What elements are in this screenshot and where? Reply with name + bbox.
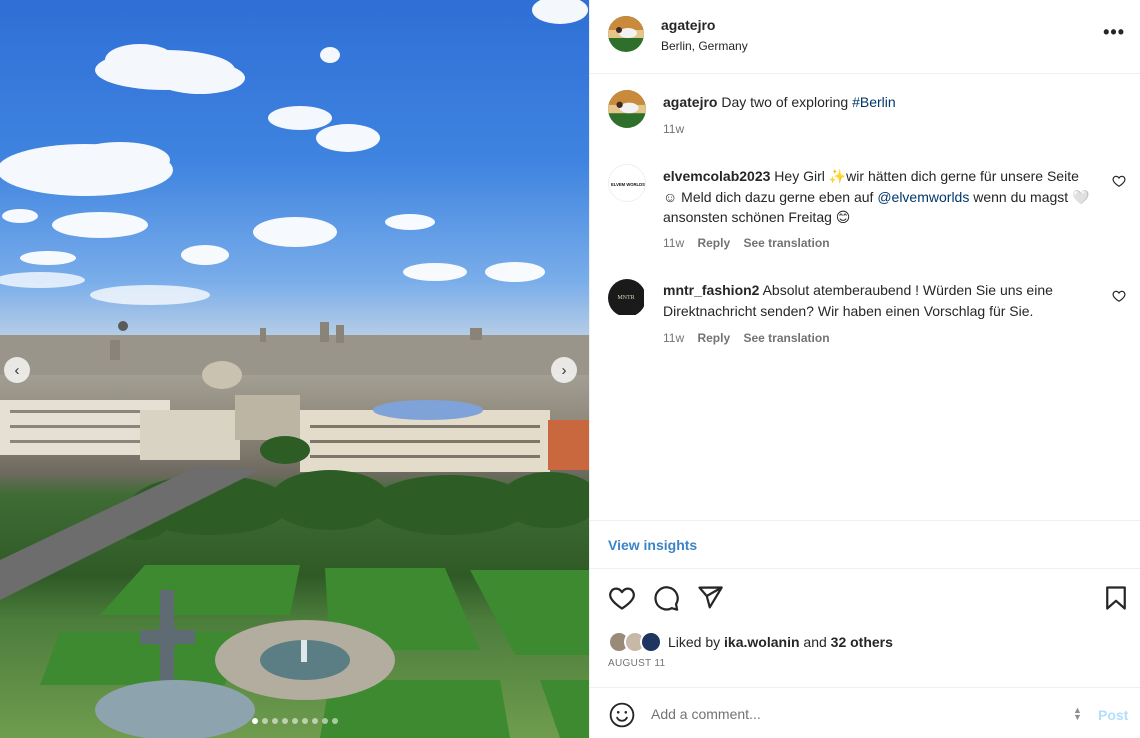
commenter-avatar[interactable]: MNTR bbox=[608, 279, 646, 317]
share-icon[interactable] bbox=[696, 584, 724, 612]
insights-bar: View insights bbox=[590, 520, 1140, 569]
comment-timestamp[interactable]: 11w bbox=[663, 236, 684, 250]
carousel-dot bbox=[261, 718, 268, 724]
see-translation-button[interactable]: See translation bbox=[744, 236, 830, 250]
comment-username[interactable]: elvemcolab2023 bbox=[663, 168, 770, 184]
post-container: ‹ › agatejro Berlin, Germany ••• agatejr… bbox=[0, 0, 1140, 738]
likes-summary: Liked by ika.wolanin and 32 others bbox=[608, 630, 893, 654]
post-date[interactable]: AUGUST 11 bbox=[608, 658, 665, 669]
comment-meta: 11w Reply See translation bbox=[663, 236, 840, 250]
likes-others-link[interactable]: 32 others bbox=[831, 634, 893, 650]
resize-icon[interactable]: ▲ ▼ bbox=[1073, 706, 1082, 722]
carousel-next-icon[interactable]: › bbox=[551, 357, 577, 383]
post-sidebar: agatejro Berlin, Germany ••• agatejro Da… bbox=[589, 0, 1140, 738]
liker-avatars[interactable] bbox=[608, 631, 664, 653]
action-bar bbox=[590, 578, 1140, 618]
caption-text: agatejro Day two of exploring #Berlin bbox=[663, 92, 1093, 113]
comment-input[interactable] bbox=[651, 702, 1051, 726]
liker-avatar bbox=[640, 631, 662, 653]
heart-icon[interactable] bbox=[608, 584, 636, 612]
reply-button[interactable]: Reply bbox=[697, 236, 730, 250]
caption-meta: 11w bbox=[663, 122, 694, 136]
bookmark-icon[interactable] bbox=[1102, 584, 1130, 612]
add-comment-bar: ▲▼ Post bbox=[590, 687, 1140, 738]
hashtag-link[interactable]: #Berlin bbox=[852, 94, 896, 110]
author-username[interactable]: agatejro bbox=[661, 17, 715, 33]
more-icon[interactable]: ••• bbox=[1103, 22, 1125, 43]
post-photo[interactable]: ‹ › bbox=[0, 0, 589, 738]
carousel-dot bbox=[321, 718, 328, 724]
post-comment-button[interactable]: Post bbox=[1098, 707, 1128, 723]
carousel-prev-icon[interactable]: ‹ bbox=[4, 357, 30, 383]
carousel-dot bbox=[281, 718, 288, 724]
likes-prefix: Liked by bbox=[668, 634, 721, 650]
commenter-avatar[interactable]: ELVEM WORLDS bbox=[608, 164, 646, 202]
comment-timestamp[interactable]: 11w bbox=[663, 331, 684, 345]
likes-text: Liked by ika.wolanin and 32 others bbox=[668, 634, 893, 650]
comment-text: elvemcolab2023 Hey Girl ✨wir hätten dich… bbox=[663, 166, 1093, 228]
comments-section: agatejro Day two of exploring #Berlin 11… bbox=[590, 75, 1140, 520]
comment-like-heart-icon[interactable] bbox=[1112, 289, 1126, 303]
caption-username[interactable]: agatejro bbox=[663, 94, 717, 110]
carousel-dot bbox=[291, 718, 298, 724]
post-header: agatejro Berlin, Germany ••• bbox=[590, 0, 1140, 74]
carousel-indicator bbox=[0, 718, 589, 724]
carousel-dot bbox=[331, 718, 338, 724]
author-avatar[interactable] bbox=[608, 16, 644, 52]
comment-like-heart-icon[interactable] bbox=[1112, 174, 1126, 188]
berlin-cityscape-image bbox=[0, 0, 589, 738]
view-insights-link[interactable]: View insights bbox=[608, 537, 697, 553]
post-location[interactable]: Berlin, Germany bbox=[661, 39, 748, 53]
liker-username[interactable]: ika.wolanin bbox=[724, 634, 799, 650]
comment-username[interactable]: mntr_fashion2 bbox=[663, 282, 759, 298]
caption-body: Day two of exploring bbox=[721, 94, 849, 110]
caption-author-avatar[interactable] bbox=[608, 90, 646, 128]
carousel-dot bbox=[271, 718, 278, 724]
emoji-icon[interactable] bbox=[609, 702, 635, 728]
comment-text: mntr_fashion2 Absolut atemberaubend ! Wü… bbox=[663, 280, 1093, 321]
reply-button[interactable]: Reply bbox=[697, 331, 730, 345]
likes-middle: and bbox=[803, 634, 827, 650]
see-translation-button[interactable]: See translation bbox=[744, 331, 830, 345]
comment-meta: 11w Reply See translation bbox=[663, 331, 840, 345]
carousel-dot bbox=[301, 718, 308, 724]
carousel-dot bbox=[311, 718, 318, 724]
svg-text:ELVEM WORLDS: ELVEM WORLDS bbox=[611, 182, 645, 187]
comment-icon[interactable] bbox=[652, 584, 680, 612]
mention-link[interactable]: @elvemworlds bbox=[877, 189, 969, 205]
caption-timestamp[interactable]: 11w bbox=[663, 122, 684, 136]
svg-text:MNTR: MNTR bbox=[617, 295, 634, 301]
carousel-dot bbox=[251, 718, 258, 724]
